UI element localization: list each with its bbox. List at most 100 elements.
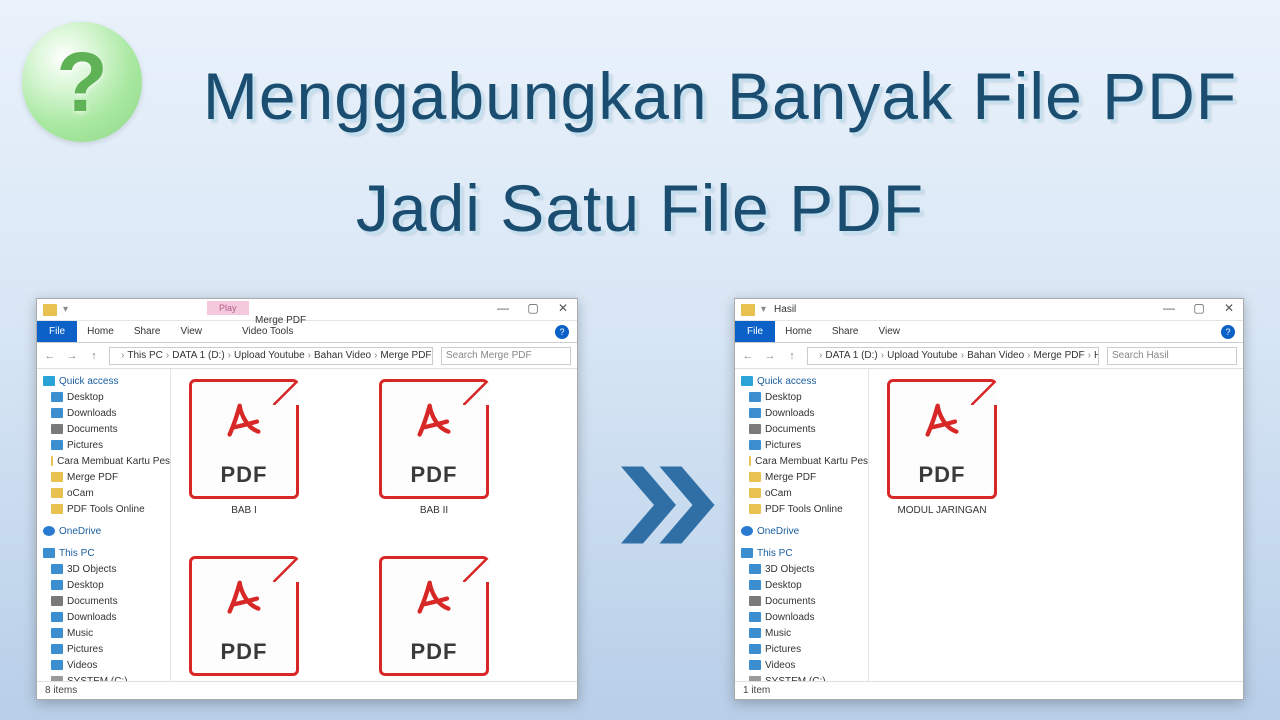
nav-item[interactable]: Downloads	[43, 405, 170, 421]
title-caret: ▾	[63, 304, 68, 315]
nav-item[interactable]: Cara Membuat Kartu Pes	[741, 453, 868, 469]
nav-up-button[interactable]: ↑	[87, 349, 101, 363]
pdf-icon: PDF	[887, 379, 997, 499]
nav-item[interactable]: PDF Tools Online	[43, 501, 170, 517]
question-mark-badge: ?	[22, 22, 142, 142]
nav-back-button[interactable]: ←	[43, 349, 57, 363]
nav-item[interactable]: Desktop	[43, 389, 170, 405]
breadcrumb[interactable]: ›DATA 1 (D:) ›Upload Youtube ›Bahan Vide…	[807, 347, 1099, 365]
tab-share[interactable]: Share	[822, 321, 869, 342]
file-tile[interactable]: PDF BAB I	[179, 379, 309, 516]
address-bar: ← → ↑ ›DATA 1 (D:) ›Upload Youtube ›Baha…	[735, 343, 1243, 369]
minimize-button[interactable]: —	[493, 301, 513, 315]
nav-item[interactable]: Desktop	[741, 389, 868, 405]
maximize-button[interactable]: ▢	[523, 301, 543, 315]
headline-1: Menggabungkan Banyak File PDF	[160, 58, 1280, 134]
help-icon[interactable]: ?	[1221, 325, 1235, 339]
window-title: Hasil	[774, 304, 796, 315]
explorer-window-source: ▾ Play Merge PDF — ▢ ✕ File Home Share V…	[36, 298, 578, 700]
maximize-button[interactable]: ▢	[1189, 301, 1209, 315]
title-bar: ▾ Play Merge PDF — ▢ ✕	[37, 299, 577, 321]
nav-item[interactable]: Documents	[741, 421, 868, 437]
nav-item[interactable]: Pictures	[741, 437, 868, 453]
file-tile[interactable]: PDFMODUL JARINGAN	[877, 379, 1007, 516]
nav-item[interactable]: Music	[43, 625, 170, 641]
search-input[interactable]: Search Merge PDF	[441, 347, 571, 365]
nav-item[interactable]: Videos	[741, 657, 868, 673]
file-tile[interactable]: PDFBAB III	[179, 556, 309, 681]
tab-home[interactable]: Home	[77, 321, 124, 342]
nav-header-onedrive[interactable]: OneDrive	[741, 523, 868, 539]
nav-item[interactable]: Downloads	[741, 609, 868, 625]
nav-item[interactable]: 3D Objects	[741, 561, 868, 577]
nav-item[interactable]: Downloads	[741, 405, 868, 421]
help-icon[interactable]: ?	[555, 325, 569, 339]
nav-item[interactable]: Pictures	[43, 641, 170, 657]
nav-item[interactable]: Desktop	[43, 577, 170, 593]
close-button[interactable]: ✕	[553, 301, 573, 315]
file-tile[interactable]: PDF BAB II	[369, 379, 499, 516]
nav-item[interactable]: PDF Tools Online	[741, 501, 868, 517]
nav-item[interactable]: Videos	[43, 657, 170, 673]
file-label: BAB I	[231, 505, 257, 516]
nav-item[interactable]: Merge PDF	[43, 469, 170, 485]
status-bar: 8 items	[37, 681, 577, 699]
nav-item[interactable]: Downloads	[43, 609, 170, 625]
minimize-button[interactable]: —	[1159, 301, 1179, 315]
nav-pane: Quick accessDesktopDownloadsDocumentsPic…	[735, 369, 869, 681]
file-pane[interactable]: PDF BAB I PDF BAB II PDFBAB III PDFBAB IV	[171, 369, 577, 681]
nav-item[interactable]: Documents	[741, 593, 868, 609]
nav-forward-button[interactable]: →	[65, 349, 79, 363]
contextual-tab-play[interactable]: Play	[207, 301, 249, 315]
nav-item[interactable]: Documents	[43, 421, 170, 437]
explorer-window-result: ▾ Hasil — ▢ ✕ File Home Share View ? ← →…	[734, 298, 1244, 700]
nav-item[interactable]: Music	[741, 625, 868, 641]
title-bar: ▾ Hasil — ▢ ✕	[735, 299, 1243, 321]
address-bar: ← → ↑ ›This PC ›DATA 1 (D:) ›Upload Yout…	[37, 343, 577, 369]
ribbon: File Home Share View Video Tools ?	[37, 321, 577, 343]
file-label: BAB II	[420, 505, 448, 516]
nav-header-onedrive[interactable]: OneDrive	[43, 523, 170, 539]
nav-header-this-pc[interactable]: This PC	[741, 545, 868, 561]
nav-item[interactable]: SYSTEM (C:)	[43, 673, 170, 681]
folder-icon	[43, 304, 57, 316]
tab-share[interactable]: Share	[124, 321, 171, 342]
close-button[interactable]: ✕	[1219, 301, 1239, 315]
tab-view[interactable]: View	[171, 321, 213, 342]
folder-icon	[741, 304, 755, 316]
nav-item[interactable]: 3D Objects	[43, 561, 170, 577]
nav-item[interactable]: oCam	[741, 485, 868, 501]
nav-forward-button[interactable]: →	[763, 349, 777, 363]
ribbon: File Home Share View ?	[735, 321, 1243, 343]
nav-header-this-pc[interactable]: This PC	[43, 545, 170, 561]
nav-header-quick-access[interactable]: Quick access	[43, 373, 170, 389]
nav-pane: Quick accessDesktopDownloadsDocumentsPic…	[37, 369, 171, 681]
file-pane[interactable]: PDFMODUL JARINGAN	[869, 369, 1243, 681]
tab-file[interactable]: File	[735, 321, 775, 342]
nav-item[interactable]: SYSTEM (C:)	[741, 673, 868, 681]
nav-header-quick-access[interactable]: Quick access	[741, 373, 868, 389]
file-tile[interactable]: PDFBAB IV	[369, 556, 499, 681]
pdf-icon: PDF	[379, 556, 489, 676]
headline-2: Jadi Satu File PDF	[0, 170, 1280, 246]
tab-home[interactable]: Home	[775, 321, 822, 342]
tab-view[interactable]: View	[869, 321, 911, 342]
search-input[interactable]: Search Hasil	[1107, 347, 1237, 365]
status-bar: 1 item	[735, 681, 1243, 699]
pdf-icon: PDF	[189, 379, 299, 499]
arrow-icon	[610, 450, 720, 560]
pdf-icon: PDF	[189, 556, 299, 676]
nav-item[interactable]: Cara Membuat Kartu Pes	[43, 453, 170, 469]
nav-item[interactable]: Pictures	[43, 437, 170, 453]
nav-item[interactable]: Desktop	[741, 577, 868, 593]
nav-up-button[interactable]: ↑	[785, 349, 799, 363]
tab-file[interactable]: File	[37, 321, 77, 342]
nav-item[interactable]: oCam	[43, 485, 170, 501]
window-title: Merge PDF	[255, 315, 306, 326]
nav-back-button[interactable]: ←	[741, 349, 755, 363]
breadcrumb[interactable]: ›This PC ›DATA 1 (D:) ›Upload Youtube ›B…	[109, 347, 433, 365]
nav-item[interactable]: Pictures	[741, 641, 868, 657]
pdf-icon: PDF	[379, 379, 489, 499]
nav-item[interactable]: Documents	[43, 593, 170, 609]
nav-item[interactable]: Merge PDF	[741, 469, 868, 485]
